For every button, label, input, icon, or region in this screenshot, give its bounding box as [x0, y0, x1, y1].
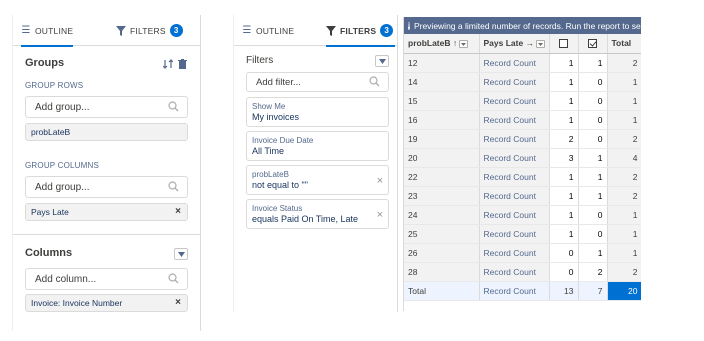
trash-icon[interactable] [178, 59, 187, 71]
columns-title: Columns [25, 247, 73, 259]
remove-filter-icon[interactable]: × [377, 175, 383, 187]
chevron-down-icon[interactable] [459, 40, 469, 48]
table-row: 12 Record Count 1 1 2 [404, 53, 641, 73]
table-row: 24 Record Count 1 0 1 [404, 205, 641, 225]
table-row: 16 Record Count 1 0 1 [404, 110, 641, 130]
filter-card-invoice-status[interactable]: Invoice Status equals Paid On Time, Late… [246, 199, 389, 229]
remove-icon[interactable]: × [175, 297, 181, 308]
tab-filters[interactable]: FILTERS 3 [326, 15, 396, 47]
filters-menu-button[interactable] [375, 55, 389, 67]
tab-outline[interactable]: ☰ OUTLINE [242, 15, 294, 46]
filters-panel: ☰ OUTLINE FILTERS 3 Filters Add filter..… [233, 15, 398, 312]
checkbox-unchecked-icon [559, 39, 568, 49]
table-row: 15 Record Count 1 0 1 [404, 91, 641, 111]
tab-outline[interactable]: ☰ OUTLINE [21, 15, 74, 47]
columns-menu-button[interactable] [174, 248, 188, 260]
table-row: 19 Record Count 2 0 2 [404, 129, 641, 149]
checked-column-header [578, 34, 608, 54]
add-column-input[interactable]: Add column... [25, 268, 188, 290]
add-column-group-input[interactable]: Add group... [25, 176, 188, 198]
total-column-header: Total [607, 34, 641, 54]
filter-card-show-me[interactable]: Show Me My invoices [246, 97, 389, 127]
column-group-pill[interactable]: Pays Late × [25, 203, 188, 221]
group-rows-label: GROUP ROWS [25, 81, 84, 90]
chevron-down-icon [378, 58, 386, 64]
filters-title: Filters [246, 55, 274, 66]
search-icon [168, 273, 179, 284]
unchecked-column-header [549, 34, 579, 54]
table-row: 20 Record Count 3 1 4 [404, 148, 641, 168]
preview-banner: i Previewing a limited number of records… [404, 17, 641, 34]
divider [13, 234, 201, 235]
remove-filter-icon[interactable]: × [377, 209, 383, 221]
panel-tabs: ☰ OUTLINE FILTERS 3 [13, 15, 200, 47]
table-row: 14 Record Count 1 0 1 [404, 72, 641, 92]
chevron-down-icon[interactable] [536, 40, 546, 48]
search-icon [168, 101, 179, 112]
filter-card-due-date[interactable]: Invoice Due Date All Time [246, 131, 389, 161]
reorder-icon[interactable] [162, 59, 174, 71]
add-row-group-input[interactable]: Add group... [25, 96, 188, 118]
add-filter-input[interactable]: Add filter... [246, 72, 389, 92]
table-row: 28 Record Count 0 2 2 [404, 262, 641, 282]
outline-panel: ☰ OUTLINE FILTERS 3 Groups GROUP ROWS Ad… [12, 15, 201, 331]
info-icon: i [408, 21, 410, 30]
report-preview: i Previewing a limited number of records… [403, 17, 641, 311]
matrix-table: probLateB ↑ Pays Late → Total 12 Record C… [404, 34, 641, 301]
groups-title: Groups [25, 57, 65, 69]
remove-icon[interactable]: × [175, 206, 181, 217]
filter-icon [326, 25, 336, 36]
panel-tabs: ☰ OUTLINE FILTERS 3 [234, 15, 397, 47]
table-header-row: probLateB ↑ Pays Late → Total [404, 34, 641, 54]
column-pill[interactable]: Invoice: Invoice Number × [25, 294, 188, 312]
table-row: 25 Record Count 1 0 1 [404, 224, 641, 244]
table-row: 23 Record Count 1 1 2 [404, 186, 641, 206]
row-group-header[interactable]: probLateB ↑ [404, 34, 480, 54]
table-row: 22 Record Count 1 1 2 [404, 167, 641, 187]
grand-total-cell: 20 [607, 281, 641, 301]
col-group-header[interactable]: Pays Late → [479, 34, 550, 54]
search-icon [168, 181, 179, 192]
list-icon: ☰ [21, 25, 31, 36]
filter-count-badge: 3 [380, 24, 394, 37]
search-icon [369, 76, 380, 87]
tab-filters[interactable]: FILTERS 3 [116, 15, 183, 46]
chevron-down-icon [177, 251, 185, 257]
group-columns-label: GROUP COLUMNS [25, 161, 100, 170]
filter-icon [116, 25, 126, 36]
list-icon: ☰ [242, 25, 252, 36]
table-total-row: Total Record Count 13 7 20 [404, 281, 641, 301]
table-row: 26 Record Count 0 1 1 [404, 243, 641, 263]
row-group-pill[interactable]: probLateB [25, 123, 188, 141]
checkbox-checked-icon [588, 39, 597, 49]
filter-count-badge: 3 [169, 24, 183, 37]
filter-card-problateb[interactable]: probLateB not equal to "" × [246, 165, 389, 195]
